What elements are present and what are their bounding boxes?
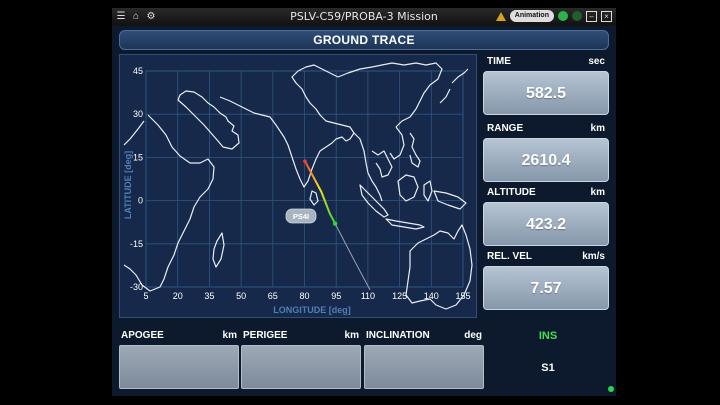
x-tick-label: 50: [236, 291, 246, 301]
mission-app: ☰ ⌂ ⚙ PSLV-C59/PROBA-3 Mission Animation…: [112, 8, 616, 396]
vehicle-marker[interactable]: PS4I: [285, 208, 317, 224]
y-tick-label: 45: [133, 66, 143, 76]
y-tick-label: 30: [133, 109, 143, 119]
status-green-icon[interactable]: [558, 11, 568, 21]
x-tick-label: 65: [268, 291, 278, 301]
y-tick-label: -30: [130, 282, 143, 292]
x-tick-label: 125: [392, 291, 407, 301]
launch-point: [303, 159, 307, 163]
indonesia-outline: [359, 184, 425, 230]
current-position-point: [332, 221, 338, 226]
nav-mode-indicator: INS: [538, 330, 558, 342]
readout-range: RANGE km 2610.4: [483, 122, 609, 182]
apogee-label: APOGEE: [121, 330, 164, 341]
readout-rel-vel: REL. VEL km/s 7.57: [483, 250, 609, 310]
perigee-value: [241, 345, 361, 389]
x-tick-label: 140: [424, 291, 439, 301]
vehicle-label: PS4I: [293, 212, 309, 221]
apogee-value: [119, 345, 239, 389]
y-tick-label: -15: [130, 239, 143, 249]
arabia-outline: [177, 90, 240, 150]
warning-icon[interactable]: [495, 11, 506, 21]
perigee-panel: PERIGEE km: [241, 329, 361, 389]
readout-unit: km: [590, 187, 605, 198]
stage-indicator: S1: [541, 362, 555, 374]
x-tick-label: 35: [204, 291, 214, 301]
borneo-outline: [397, 174, 467, 210]
readout-time: TIME sec 582.5: [483, 55, 609, 115]
inclination-label: INCLINATION: [366, 330, 430, 341]
ground-trace-map[interactable]: 5 20 35 50 65 80 95 110 125 140 155 45 30 15 0 -15 -30 L…: [119, 54, 477, 318]
readout-value: 582.5: [483, 71, 609, 115]
readout-value: 2610.4: [483, 138, 609, 182]
readout-label: REL. VEL: [487, 251, 533, 262]
x-tick-label: 110: [361, 291, 375, 301]
japan-outline: [439, 68, 469, 104]
close-icon[interactable]: ×: [601, 10, 612, 22]
x-tick-label: 20: [173, 291, 183, 301]
animation-toggle[interactable]: Animation: [509, 10, 554, 22]
inclination-unit: deg: [464, 330, 482, 341]
perigee-label: PERIGEE: [243, 330, 288, 341]
readout-value: 7.57: [483, 266, 609, 310]
x-tick-label: 80: [299, 291, 309, 301]
map-plot: 5 20 35 50 65 80 95 110 125 140 155 45 30 15 0 -15 -30 L…: [123, 62, 473, 315]
status-dark-icon[interactable]: [572, 11, 582, 21]
readout-label: ALTITUDE: [487, 187, 536, 198]
predicted-trace-line: [334, 223, 371, 291]
y-axis-label: LATITUDE [deg]: [123, 151, 133, 219]
philippines-outline: [409, 132, 421, 168]
inclination-panel: INCLINATION deg: [364, 329, 484, 389]
readout-value: 423.2: [483, 202, 609, 246]
y-tick-label: 15: [133, 152, 143, 162]
x-tick-label: 95: [331, 291, 341, 301]
sri-lanka-outline: [309, 190, 319, 206]
minimize-icon[interactable]: –: [586, 10, 597, 22]
readout-unit: km/s: [582, 251, 605, 262]
y-tick-label: 0: [138, 196, 143, 206]
china-outline: [337, 62, 443, 128]
readout-unit: km: [590, 123, 605, 134]
apogee-panel: APOGEE km: [119, 329, 239, 389]
status-led-icon: [608, 386, 614, 392]
readout-label: RANGE: [487, 123, 524, 134]
inclination-value: [364, 345, 484, 389]
perigee-unit: km: [344, 330, 359, 341]
ground-trace-header: GROUND TRACE: [119, 30, 609, 50]
x-axis-label: LONGITUDE [deg]: [273, 305, 351, 315]
madagascar-outline: [212, 232, 225, 268]
india-outline: [279, 64, 355, 188]
map-grid: [145, 70, 464, 288]
readout-altitude: ALTITUDE km 423.2: [483, 186, 609, 246]
readout-unit: sec: [588, 56, 605, 67]
apogee-unit: km: [222, 330, 237, 341]
readout-label: TIME: [487, 56, 511, 67]
x-tick-label: 5: [143, 291, 148, 301]
land-outlines: [123, 62, 473, 310]
title-bar: ☰ ⌂ ⚙ PSLV-C59/PROBA-3 Mission Animation…: [112, 8, 616, 26]
x-tick-label: 155: [455, 291, 470, 301]
title-bar-right-controls: Animation – ×: [495, 10, 612, 22]
